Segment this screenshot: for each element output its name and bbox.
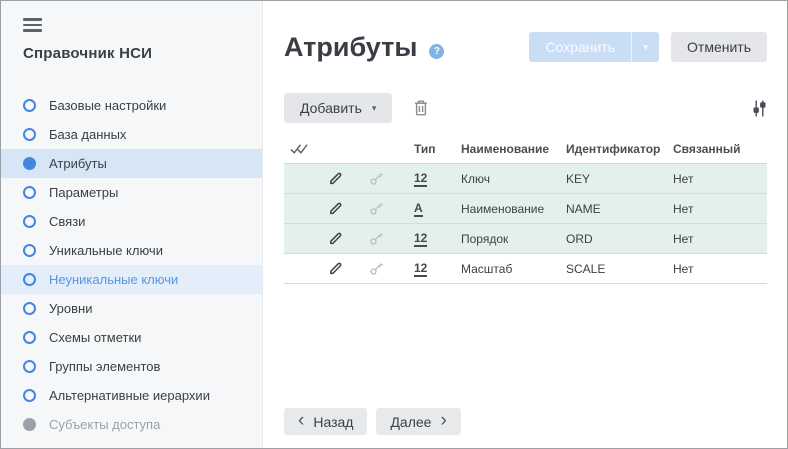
wizard-footer: ‹ Назад Далее › bbox=[284, 408, 470, 435]
row-linked: Нет bbox=[673, 262, 767, 276]
caret-down-icon: ▾ bbox=[643, 42, 648, 53]
add-button[interactable]: Добавить ▾ bbox=[284, 93, 392, 123]
sidebar-item-database[interactable]: База данных bbox=[1, 120, 262, 149]
sidebar-item-access-subjects: Субъекты доступа bbox=[1, 410, 262, 439]
column-header-type: Тип bbox=[396, 142, 461, 156]
help-icon[interactable]: ? bbox=[429, 44, 444, 59]
table-row[interactable]: 12 Масштаб SCALE Нет bbox=[284, 254, 767, 284]
radio-circle-icon bbox=[23, 331, 36, 344]
sidebar-item-parameters[interactable]: Параметры bbox=[1, 178, 262, 207]
back-button[interactable]: ‹ Назад bbox=[284, 408, 367, 435]
page-header: Атрибуты ? Сохранить ▾ Отменить bbox=[284, 30, 767, 64]
pencil-icon bbox=[328, 171, 343, 186]
edit-row-button[interactable] bbox=[314, 231, 356, 246]
save-button[interactable]: Сохранить bbox=[529, 32, 631, 62]
radio-circle-icon bbox=[23, 302, 36, 315]
radio-circle-icon bbox=[23, 186, 36, 199]
trash-icon bbox=[413, 99, 429, 117]
key-icon bbox=[369, 171, 384, 186]
row-linked: Нет bbox=[673, 202, 767, 216]
row-name: Наименование bbox=[461, 202, 566, 216]
caret-down-icon: ▾ bbox=[372, 103, 377, 114]
column-header-identifier: Идентификатор bbox=[566, 142, 673, 156]
delete-button[interactable] bbox=[413, 99, 429, 117]
cancel-button[interactable]: Отменить bbox=[671, 32, 767, 62]
type-numeric-icon: 12 bbox=[414, 172, 427, 187]
row-identifier: SCALE bbox=[566, 262, 673, 276]
sidebar-item-element-groups[interactable]: Группы элементов bbox=[1, 352, 262, 381]
key-icon bbox=[369, 231, 384, 246]
page-title: Атрибуты bbox=[284, 32, 417, 63]
main-panel: Атрибуты ? Сохранить ▾ Отменить Добавить… bbox=[264, 1, 787, 448]
sidebar: Справочник НСИ Базовые настройки База да… bbox=[1, 1, 263, 448]
pencil-icon bbox=[328, 231, 343, 246]
radio-circle-icon bbox=[23, 128, 36, 141]
sidebar-item-unique-keys[interactable]: Уникальные ключи bbox=[1, 236, 262, 265]
row-name: Ключ bbox=[461, 172, 566, 186]
sidebar-item-basic-settings[interactable]: Базовые настройки bbox=[1, 91, 262, 120]
next-button[interactable]: Далее › bbox=[376, 408, 460, 435]
sidebar-nav: Базовые настройки База данных Атрибуты П… bbox=[1, 91, 262, 439]
type-numeric-icon: 12 bbox=[414, 232, 427, 247]
table-row[interactable]: A Наименование NAME Нет bbox=[284, 194, 767, 224]
sliders-icon bbox=[752, 100, 767, 117]
hamburger-menu-icon[interactable] bbox=[23, 18, 42, 32]
column-header-name: Наименование bbox=[461, 142, 566, 156]
sidebar-item-attributes[interactable]: Атрибуты bbox=[1, 149, 262, 178]
radio-circle-icon bbox=[23, 360, 36, 373]
radio-circle-icon bbox=[23, 389, 36, 402]
attributes-table: Тип Наименование Идентификатор Связанный bbox=[284, 134, 767, 284]
key-toggle-button[interactable] bbox=[356, 261, 396, 276]
column-header-linked: Связанный bbox=[673, 142, 767, 156]
toolbar: Добавить ▾ bbox=[284, 93, 767, 123]
key-toggle-button[interactable] bbox=[356, 201, 396, 216]
key-icon bbox=[369, 261, 384, 276]
chevron-left-icon: ‹ bbox=[298, 411, 304, 430]
edit-row-button[interactable] bbox=[314, 201, 356, 216]
table-header-row: Тип Наименование Идентификатор Связанный bbox=[284, 134, 767, 164]
sidebar-item-levels[interactable]: Уровни bbox=[1, 294, 262, 323]
edit-row-button[interactable] bbox=[314, 171, 356, 186]
row-linked: Нет bbox=[673, 172, 767, 186]
radio-circle-icon bbox=[23, 273, 36, 286]
key-icon bbox=[369, 201, 384, 216]
save-dropdown-button[interactable]: ▾ bbox=[631, 32, 659, 62]
radio-circle-icon bbox=[23, 215, 36, 228]
row-identifier: NAME bbox=[566, 202, 673, 216]
column-settings-button[interactable] bbox=[752, 100, 767, 117]
pencil-icon bbox=[328, 201, 343, 216]
key-toggle-button[interactable] bbox=[356, 171, 396, 186]
pencil-icon bbox=[328, 261, 343, 276]
sidebar-item-alternative-hierarchies[interactable]: Альтернативные иерархии bbox=[1, 381, 262, 410]
chevron-right-icon: › bbox=[440, 411, 446, 430]
key-toggle-button[interactable] bbox=[356, 231, 396, 246]
sidebar-item-mark-schemes[interactable]: Схемы отметки bbox=[1, 323, 262, 352]
row-name: Масштаб bbox=[461, 262, 566, 276]
sidebar-item-relations[interactable]: Связи bbox=[1, 207, 262, 236]
type-numeric-icon: 12 bbox=[414, 262, 427, 277]
radio-circle-icon bbox=[23, 244, 36, 257]
radio-circle-icon bbox=[23, 157, 36, 170]
row-identifier: ORD bbox=[566, 232, 673, 246]
double-check-icon bbox=[290, 143, 309, 155]
row-name: Порядок bbox=[461, 232, 566, 246]
app-window: Справочник НСИ Базовые настройки База да… bbox=[0, 0, 788, 449]
table-row[interactable]: 12 Ключ KEY Нет bbox=[284, 164, 767, 194]
sidebar-title: Справочник НСИ bbox=[23, 45, 262, 62]
select-all-button[interactable] bbox=[284, 143, 314, 155]
table-row[interactable]: 12 Порядок ORD Нет bbox=[284, 224, 767, 254]
row-identifier: KEY bbox=[566, 172, 673, 186]
save-split-button: Сохранить ▾ bbox=[529, 32, 659, 62]
radio-circle-icon bbox=[23, 418, 36, 431]
sidebar-item-nonunique-keys[interactable]: Неуникальные ключи bbox=[1, 265, 262, 294]
edit-row-button[interactable] bbox=[314, 261, 356, 276]
type-string-icon: A bbox=[414, 202, 423, 217]
radio-circle-icon bbox=[23, 99, 36, 112]
row-linked: Нет bbox=[673, 232, 767, 246]
